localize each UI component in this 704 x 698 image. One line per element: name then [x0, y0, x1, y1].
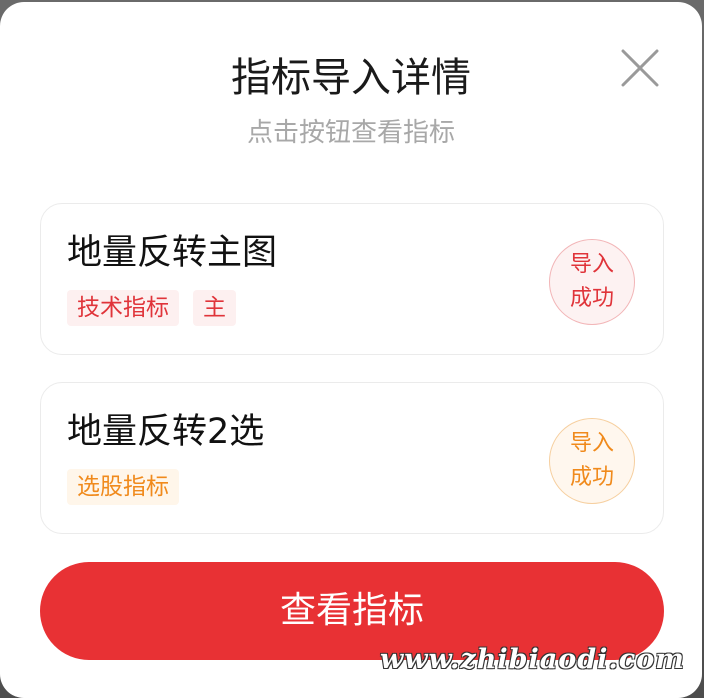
indicator-card: 地量反转主图 技术指标 主 导入 成功	[40, 203, 664, 355]
indicator-tag: 选股指标	[67, 469, 179, 505]
import-details-dialog: 指标导入详情 点击按钮查看指标 地量反转主图 技术指标 主 导入 成功 地量反转…	[0, 2, 702, 698]
close-button[interactable]	[618, 46, 662, 90]
indicator-name: 地量反转主图	[67, 233, 278, 273]
indicator-tag: 技术指标	[67, 290, 179, 326]
indicator-tags: 选股指标	[67, 469, 179, 505]
status-text-line2: 成功	[569, 465, 614, 490]
import-success-badge: 导入 成功	[549, 418, 635, 504]
dialog-title: 指标导入详情	[231, 55, 471, 101]
status-text-line1: 导入	[569, 431, 614, 456]
indicator-name: 地量反转2选	[67, 412, 265, 452]
indicator-card: 地量反转2选 选股指标 导入 成功	[40, 382, 664, 534]
dialog-subtitle: 点击按钮查看指标	[246, 118, 455, 148]
status-text-line2: 成功	[569, 286, 614, 311]
close-icon	[621, 49, 659, 87]
watermark: www.zhibiaodi.com	[380, 644, 685, 675]
status-text-line1: 导入	[569, 252, 614, 277]
indicator-tags: 技术指标 主	[67, 290, 236, 326]
indicator-tag: 主	[193, 290, 236, 326]
import-success-badge: 导入 成功	[549, 239, 635, 325]
